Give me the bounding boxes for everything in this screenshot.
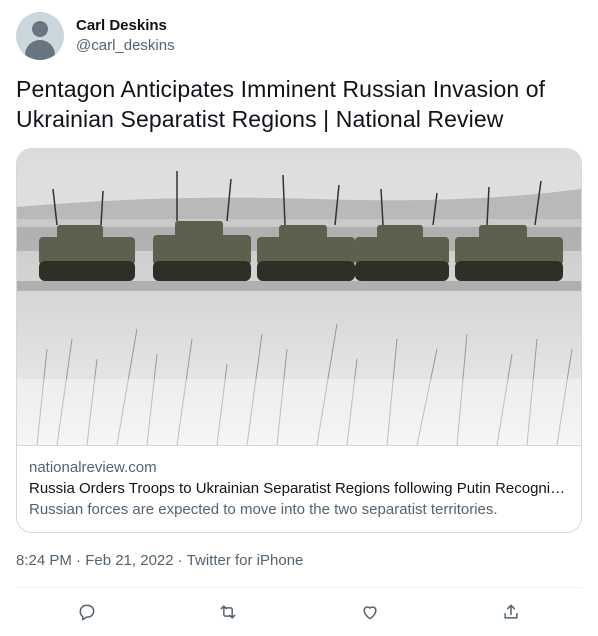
card-title: Russia Orders Troops to Ukrainian Separa… — [29, 480, 569, 497]
card-image — [17, 149, 581, 445]
link-card[interactable]: nationalreview.com Russia Orders Troops … — [16, 148, 582, 533]
tweet-header: Carl Deskins @carl_deskins — [16, 12, 582, 60]
display-name[interactable]: Carl Deskins — [76, 16, 175, 36]
tweet: Carl Deskins @carl_deskins Pentagon Anti… — [16, 12, 582, 636]
user-handle[interactable]: @carl_deskins — [76, 36, 175, 56]
retweet-icon — [220, 605, 236, 619]
tweet-text: Pentagon Anticipates Imminent Russian In… — [16, 76, 546, 132]
reply-icon — [79, 604, 95, 621]
share-icon — [504, 604, 518, 619]
avatar-body-shape — [25, 40, 55, 60]
card-info: nationalreview.com Russia Orders Troops … — [17, 445, 581, 532]
author-names: Carl Deskins @carl_deskins — [76, 16, 175, 56]
like-icon — [363, 606, 377, 620]
card-description: Russian forces are expected to move into… — [29, 501, 498, 518]
share-button[interactable] — [494, 595, 528, 629]
tweet-timestamp[interactable]: 8:24 PM · Feb 21, 2022 · Twitter for iPh… — [16, 551, 582, 571]
tweet-actions — [16, 588, 582, 636]
card-domain: nationalreview.com — [29, 459, 157, 476]
avatar-head-shape — [32, 21, 48, 37]
avatar[interactable] — [16, 12, 64, 60]
like-button[interactable] — [353, 595, 387, 629]
retweet-button[interactable] — [211, 595, 245, 629]
reply-button[interactable] — [70, 595, 104, 629]
